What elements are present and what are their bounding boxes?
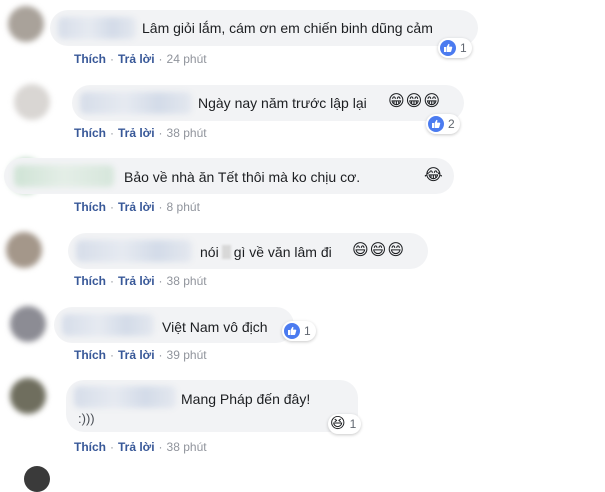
separator: · xyxy=(158,52,163,66)
separator: · xyxy=(110,440,114,454)
reply-link[interactable]: Trả lời xyxy=(118,126,155,140)
reaction-badge[interactable]: 2 xyxy=(426,114,460,134)
reply-link[interactable]: Trả lời xyxy=(118,348,155,362)
avatar[interactable] xyxy=(10,306,46,342)
timestamp[interactable]: 8 phút xyxy=(167,200,200,214)
like-link[interactable]: Thích xyxy=(74,126,106,140)
comment-actions: Thích · Trả lời · 38 phút xyxy=(74,126,207,140)
timestamp[interactable]: 38 phút xyxy=(167,126,207,140)
like-link[interactable]: Thích xyxy=(74,440,106,454)
comment-actions: Thích · Trả lời · 39 phút xyxy=(74,348,207,362)
reply-link[interactable]: Trả lời xyxy=(118,274,155,288)
like-link[interactable]: Thích xyxy=(74,200,106,214)
comment-actions: Thích · Trả lời · 24 phút xyxy=(74,52,207,66)
reaction-count: 1 xyxy=(460,41,467,55)
reply-link[interactable]: Trả lời xyxy=(118,200,155,214)
timestamp[interactable]: 39 phút xyxy=(167,348,207,362)
emoji-group: 😁😁😁 xyxy=(388,93,442,110)
avatar[interactable] xyxy=(10,378,46,414)
separator: · xyxy=(110,348,114,362)
author-name[interactable] xyxy=(58,17,136,39)
emoji-group: 😂 xyxy=(424,167,444,184)
author-name[interactable] xyxy=(74,386,176,408)
comment-text: Mang Pháp đến đây! xyxy=(181,391,311,407)
emoji-group: 😄😄😄 xyxy=(352,242,406,259)
like-icon xyxy=(428,116,444,132)
reaction-count: 2 xyxy=(448,117,455,131)
separator: · xyxy=(158,274,163,288)
separator: · xyxy=(158,348,163,362)
reaction-badge[interactable]: 😆 1 xyxy=(328,414,362,434)
blurred-word xyxy=(221,245,231,259)
reaction-count: 1 xyxy=(304,324,311,338)
timestamp[interactable]: 38 phút xyxy=(167,440,207,454)
avatar[interactable] xyxy=(24,466,50,492)
reaction-badge[interactable]: 1 xyxy=(438,38,472,58)
author-name[interactable] xyxy=(62,314,154,336)
like-icon xyxy=(284,323,300,339)
like-icon xyxy=(440,40,456,56)
comment-text: nói gì về văn lâm đi xyxy=(200,243,332,261)
comment-text: Lâm giỏi lắm, cám ơn em chiến binh dũng … xyxy=(142,20,433,36)
author-name[interactable] xyxy=(76,240,192,262)
comment-text-part: gì về văn lâm đi xyxy=(233,244,332,260)
separator: · xyxy=(158,200,163,214)
reply-link[interactable]: Trả lời xyxy=(118,52,155,66)
separator: · xyxy=(110,126,114,140)
like-link[interactable]: Thích xyxy=(74,348,106,362)
comment-text: Bảo về nhà ăn Tết thôi mà ko chịu cơ. xyxy=(124,169,361,185)
avatar[interactable] xyxy=(6,232,42,268)
comment-text: Việt Nam vô địch xyxy=(162,319,268,335)
comment-actions: Thích · Trả lời · 38 phút xyxy=(74,274,207,288)
comment-actions: Thích · Trả lời · 38 phút xyxy=(74,440,207,454)
separator: · xyxy=(110,200,114,214)
comment-text-line2: :))) xyxy=(78,411,95,426)
reaction-badge[interactable]: 1 xyxy=(282,321,316,341)
haha-icon: 😆 xyxy=(330,415,346,432)
author-name[interactable] xyxy=(14,165,114,187)
comment-text-part: nói xyxy=(200,244,219,260)
avatar[interactable] xyxy=(14,84,50,120)
author-name[interactable] xyxy=(80,92,192,114)
like-link[interactable]: Thích xyxy=(74,274,106,288)
separator: · xyxy=(158,126,163,140)
comment-text: Ngày nay năm trước lập lại xyxy=(198,95,367,111)
timestamp[interactable]: 38 phút xyxy=(167,274,207,288)
timestamp[interactable]: 24 phút xyxy=(167,52,207,66)
separator: · xyxy=(158,440,163,454)
avatar[interactable] xyxy=(8,6,44,42)
like-link[interactable]: Thích xyxy=(74,52,106,66)
reaction-count: 1 xyxy=(349,417,357,431)
comment-actions: Thích · Trả lời · 8 phút xyxy=(74,200,200,214)
separator: · xyxy=(110,52,114,66)
reply-link[interactable]: Trả lời xyxy=(118,440,155,454)
separator: · xyxy=(110,274,114,288)
